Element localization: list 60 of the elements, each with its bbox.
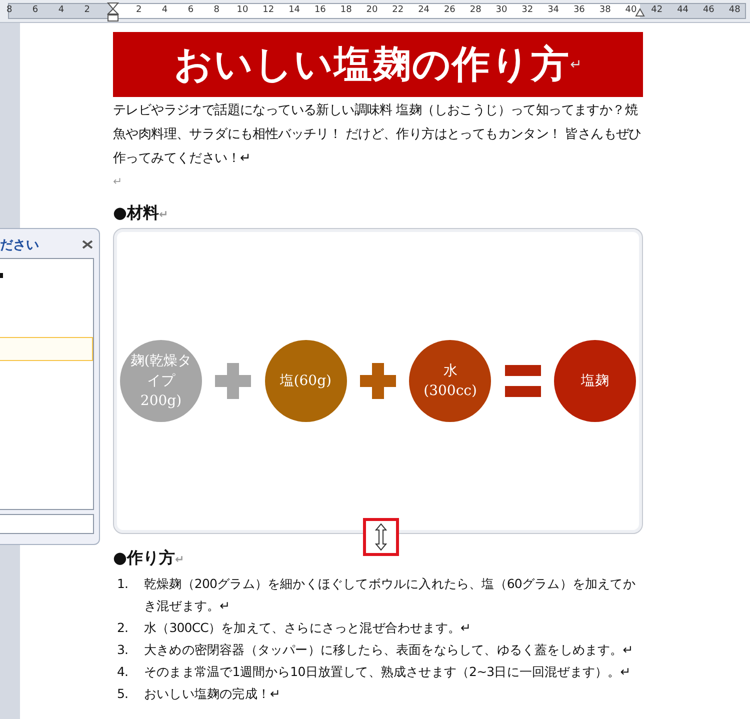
smartart-frame[interactable]: 麹(乾燥タイプ200g) 塩(60g) 水(300cc) 塩麹 xyxy=(113,228,643,534)
ruler-number: 28 xyxy=(470,5,482,16)
list-number: 2. xyxy=(116,619,130,637)
ruler[interactable]: 8 6 4 2 2 4 6 8 10 12 14 16 18 20 22 24 26 28 30 32 34 36 38 40 42 44 46 48 xyxy=(0,0,750,23)
intro-paragraph: テレビやラジオで話題になっている新しい調味料 塩麹（しおこうじ）って知ってますか？焼魚や肉料理、サラダにも相性バッチリ！ だけど、作り方はとってもカンタン！ 皆さんもぜひ作ってみてください！↵ xyxy=(113,102,642,168)
paragraph-mark: ↵ xyxy=(174,553,184,566)
ruler-number: 38 xyxy=(599,5,611,16)
paragraph-mark: ↵ xyxy=(158,208,168,221)
ruler-number: 16 xyxy=(314,5,326,16)
ruler-number: 2 xyxy=(84,5,90,16)
ruler-number: 12 xyxy=(262,5,274,16)
resize-cursor-icon xyxy=(375,523,387,551)
ruler-number: 30 xyxy=(496,5,508,16)
ingredient-circle: 塩(60g) xyxy=(264,340,347,422)
list-number: 1. xyxy=(116,575,130,593)
document-title: おいしい塩麹の作り方 xyxy=(174,41,570,88)
pane-title: ださい xyxy=(0,237,39,254)
step-text: そのまま常温で1週間から10日放置して、熟成させます（2~3日に一回混ぜます）。↵ xyxy=(144,663,632,681)
ruler-number: 10 xyxy=(236,5,248,16)
ruler-number: 2 xyxy=(136,5,142,16)
ruler-number: 4 xyxy=(58,5,64,16)
list-number: 5. xyxy=(116,685,130,703)
indent-marker-icon[interactable] xyxy=(635,8,645,18)
section-heading: ●作り方 xyxy=(113,548,175,567)
ingredient-circle: 麹(乾燥タイプ200g) xyxy=(120,340,202,422)
ruler-number: 20 xyxy=(366,5,378,16)
ruler-number: 8 xyxy=(214,5,220,16)
paragraph-mark: ↵ xyxy=(570,56,582,72)
section-heading: ●材料 xyxy=(113,203,159,222)
ingredient-circle: 水(300cc) xyxy=(409,340,492,422)
ruler-number: 6 xyxy=(188,5,194,16)
close-icon[interactable] xyxy=(82,240,93,249)
ingredient-circle: 塩麹 xyxy=(554,340,636,422)
ruler-number: 40 xyxy=(625,5,637,16)
list-row[interactable] xyxy=(0,337,93,361)
step-text: 乾燥麹（200グラム）を細かくほぐしてボウルに入れたら、塩（60グラム）を加えてかき混ぜます。↵ xyxy=(144,575,636,615)
ruler-number: 44 xyxy=(677,5,689,16)
ruler-number: 36 xyxy=(573,5,585,16)
ruler-number: 4 xyxy=(162,5,168,16)
ruler-number: 14 xyxy=(288,5,300,16)
ruler-number: 22 xyxy=(392,5,404,16)
step-text: 大きめの密閉容器（タッパー）に移したら、表面をならして、ゆるく蓋をしめます。↵ xyxy=(144,641,634,659)
list-number: 3. xyxy=(116,641,130,659)
ruler-number: 46 xyxy=(702,5,714,16)
ruler-number: 8 xyxy=(6,5,12,16)
ruler-number: 26 xyxy=(444,5,456,16)
input-field[interactable] xyxy=(0,514,94,534)
ruler-number: 18 xyxy=(340,5,352,16)
ruler-number: 34 xyxy=(548,5,560,16)
ruler-number: 32 xyxy=(522,5,534,16)
ruler-number: 48 xyxy=(728,5,740,16)
paragraph-mark: ↵ xyxy=(113,175,122,188)
ruler-number: 24 xyxy=(418,5,430,16)
ruler-number: 6 xyxy=(32,5,38,16)
ruler-number: 42 xyxy=(651,5,663,16)
indent-marker-icon[interactable] xyxy=(107,2,119,22)
list-number: 4. xyxy=(116,663,130,681)
step-text: おいしい塩麹の完成！↵ xyxy=(144,685,282,703)
text-list[interactable] xyxy=(0,258,94,510)
step-text: 水（300CC）を加えて、さらにさっと混ぜ合わせます。↵ xyxy=(144,619,472,637)
